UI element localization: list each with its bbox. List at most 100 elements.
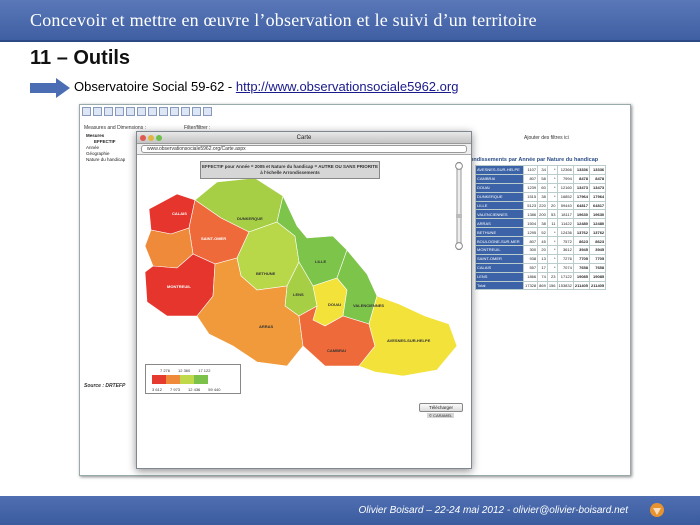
- dimension-tree: Mesures EFFECTIF Année Géographie Nature…: [86, 133, 125, 163]
- table-cell: 3945: [572, 245, 591, 255]
- download-button[interactable]: Télécharger: [419, 403, 463, 412]
- table-cell: 19085: [572, 271, 591, 282]
- legend-top-values: 7 276 12 360 17 122: [160, 368, 211, 373]
- table-cell: 13336: [572, 165, 591, 175]
- toolbar-icon[interactable]: [126, 107, 135, 116]
- table-cell: 17122: [556, 271, 574, 282]
- observatoire-line: Observatoire Social 59-62 - http://www.o…: [74, 79, 458, 94]
- data-table: AVESNES-SUR-HELPE 1107 34 * 12366 13336 13336 C…: [475, 165, 607, 291]
- window-titlebar: Carte: [137, 132, 471, 144]
- table-cell: 60: [537, 182, 548, 193]
- table-row: BETHUNE 1295 52 * 12436 13762 13762: [475, 227, 607, 238]
- table-row: Total 17328 869 156 153832 211405 211405: [475, 280, 607, 291]
- table-cell: 19630: [588, 209, 607, 220]
- table-cell: 13473: [572, 182, 591, 193]
- minimize-icon[interactable]: [148, 135, 154, 141]
- row-header: Total: [475, 280, 524, 291]
- table-cell: 7572: [556, 236, 574, 247]
- table-cell: *: [546, 165, 558, 175]
- table-cell: 8623: [572, 236, 591, 247]
- table-cell: 19630: [572, 209, 591, 220]
- table-cell: 11422: [556, 218, 574, 229]
- legend-bottom-values: 3 612 7 973 12 436 59 440: [152, 387, 221, 392]
- toolbar-icon[interactable]: [203, 107, 212, 116]
- table-cell: 220: [537, 200, 548, 211]
- legend-swatches: [152, 375, 208, 384]
- region-label: ARRAS: [259, 324, 274, 329]
- arrow-icon: [30, 78, 70, 98]
- table-cell: 17328: [522, 280, 539, 291]
- table-cell: *: [546, 236, 558, 247]
- table-cell: 58: [537, 173, 548, 184]
- toolbar-icon[interactable]: [170, 107, 179, 116]
- address-bar: www.observationsociale5962.org/Carte.asp…: [137, 144, 471, 155]
- table-cell: 557: [522, 262, 539, 273]
- table-cell: *: [546, 253, 558, 264]
- toolbar-icon[interactable]: [181, 107, 190, 116]
- table-cell: 13762: [572, 227, 591, 238]
- region-label: BETHUNE: [256, 271, 276, 276]
- section-heading: 11 – Outils: [30, 47, 131, 69]
- table-cell: 3945: [588, 245, 607, 255]
- table-cell: *: [546, 173, 558, 184]
- tree-item[interactable]: Nature du handicap: [86, 157, 125, 163]
- table-row: VALENCIENNES 1386 200 53 18117 19630 19630: [475, 209, 607, 220]
- toolbar-icon[interactable]: [148, 107, 157, 116]
- table-cell: 300: [522, 245, 539, 255]
- table-cell: 64817: [572, 200, 591, 211]
- table-cell: 59440: [556, 200, 574, 211]
- choropleth-map: [144, 177, 458, 377]
- toolbar-icon[interactable]: [82, 107, 91, 116]
- region-label: CAMBRAI: [327, 348, 346, 353]
- table-cell: 38: [537, 218, 548, 229]
- close-icon[interactable]: [140, 135, 146, 141]
- observatoire-label: Observatoire Social 59-62 -: [74, 79, 236, 94]
- table-row: CAMBRAI 807 58 * 7994 8478 8478: [475, 173, 607, 184]
- table-cell: 64817: [588, 200, 607, 211]
- table-row: DUNKERQUE 1515 38 * 16852 17964 17964: [475, 191, 607, 202]
- toolbar-icon[interactable]: [115, 107, 124, 116]
- table-cell: 38: [537, 191, 548, 202]
- table-cell: 1504: [522, 218, 539, 229]
- table-cell: 5123: [522, 200, 539, 211]
- toolbar-icon[interactable]: [192, 107, 201, 116]
- slide-footer: Olivier Boisard – 22-24 mai 2012 - olivi…: [0, 496, 700, 525]
- table-cell: *: [546, 245, 558, 255]
- footer-text: Olivier Boisard – 22-24 mai 2012 - olivi…: [358, 505, 628, 516]
- row-header: MONTREUIL: [475, 245, 524, 255]
- table-row: CALAIS 557 17 * 7074 7658 7658: [475, 262, 607, 273]
- toolbar-icon[interactable]: [159, 107, 168, 116]
- source-text: Source : DRTEFP: [84, 383, 126, 389]
- table-cell: 52: [537, 227, 548, 238]
- table-row: BOULOGNE-SUR-MER 807 45 * 7572 8623 8623: [475, 236, 607, 247]
- add-filter-zone[interactable]: Ajouter des filtres ici: [524, 135, 569, 141]
- table-cell: 13336: [588, 165, 607, 175]
- table-cell: 12480: [572, 218, 591, 229]
- row-header: CALAIS: [475, 262, 524, 273]
- app-toolbar: [82, 107, 282, 121]
- toolbar-icon[interactable]: [137, 107, 146, 116]
- region-label: VALENCIENNES: [353, 303, 385, 308]
- row-header: LILLE: [475, 200, 524, 211]
- map-legend: 7 276 12 360 17 122 3 612 7 973 12 436 59 440: [145, 364, 241, 394]
- region-label: DOUAI: [328, 302, 341, 307]
- url-field[interactable]: www.observationsociale5962.org/Carte.asp…: [141, 145, 467, 153]
- row-header: SAINT-OMER: [475, 253, 524, 264]
- table-cell: 938: [522, 253, 539, 264]
- table-cell: 7074: [556, 262, 574, 273]
- observatoire-link[interactable]: http://www.observationsociale5962.org: [236, 79, 459, 94]
- toolbar-icon[interactable]: [104, 107, 113, 116]
- toolbar-icon[interactable]: [93, 107, 102, 116]
- row-header: LENS: [475, 271, 524, 282]
- table-cell: 12366: [556, 165, 574, 175]
- table-cell: *: [546, 182, 558, 193]
- zoom-slider[interactable]: [455, 162, 463, 250]
- table-cell: 211405: [572, 280, 591, 291]
- maximize-icon[interactable]: [156, 135, 162, 141]
- table-row: DOUAI 1239 60 * 12160 13473 13473: [475, 182, 607, 193]
- map-window: Carte www.observationsociale5962.org/Car…: [136, 131, 472, 469]
- map-banner: EFFECTIF pour Année = 2005 et Nature du …: [200, 161, 380, 179]
- window-controls: [140, 135, 162, 141]
- region-avesnes: [358, 295, 458, 377]
- map-area[interactable]: EFFECTIF pour Année = 2005 et Nature du …: [137, 156, 471, 468]
